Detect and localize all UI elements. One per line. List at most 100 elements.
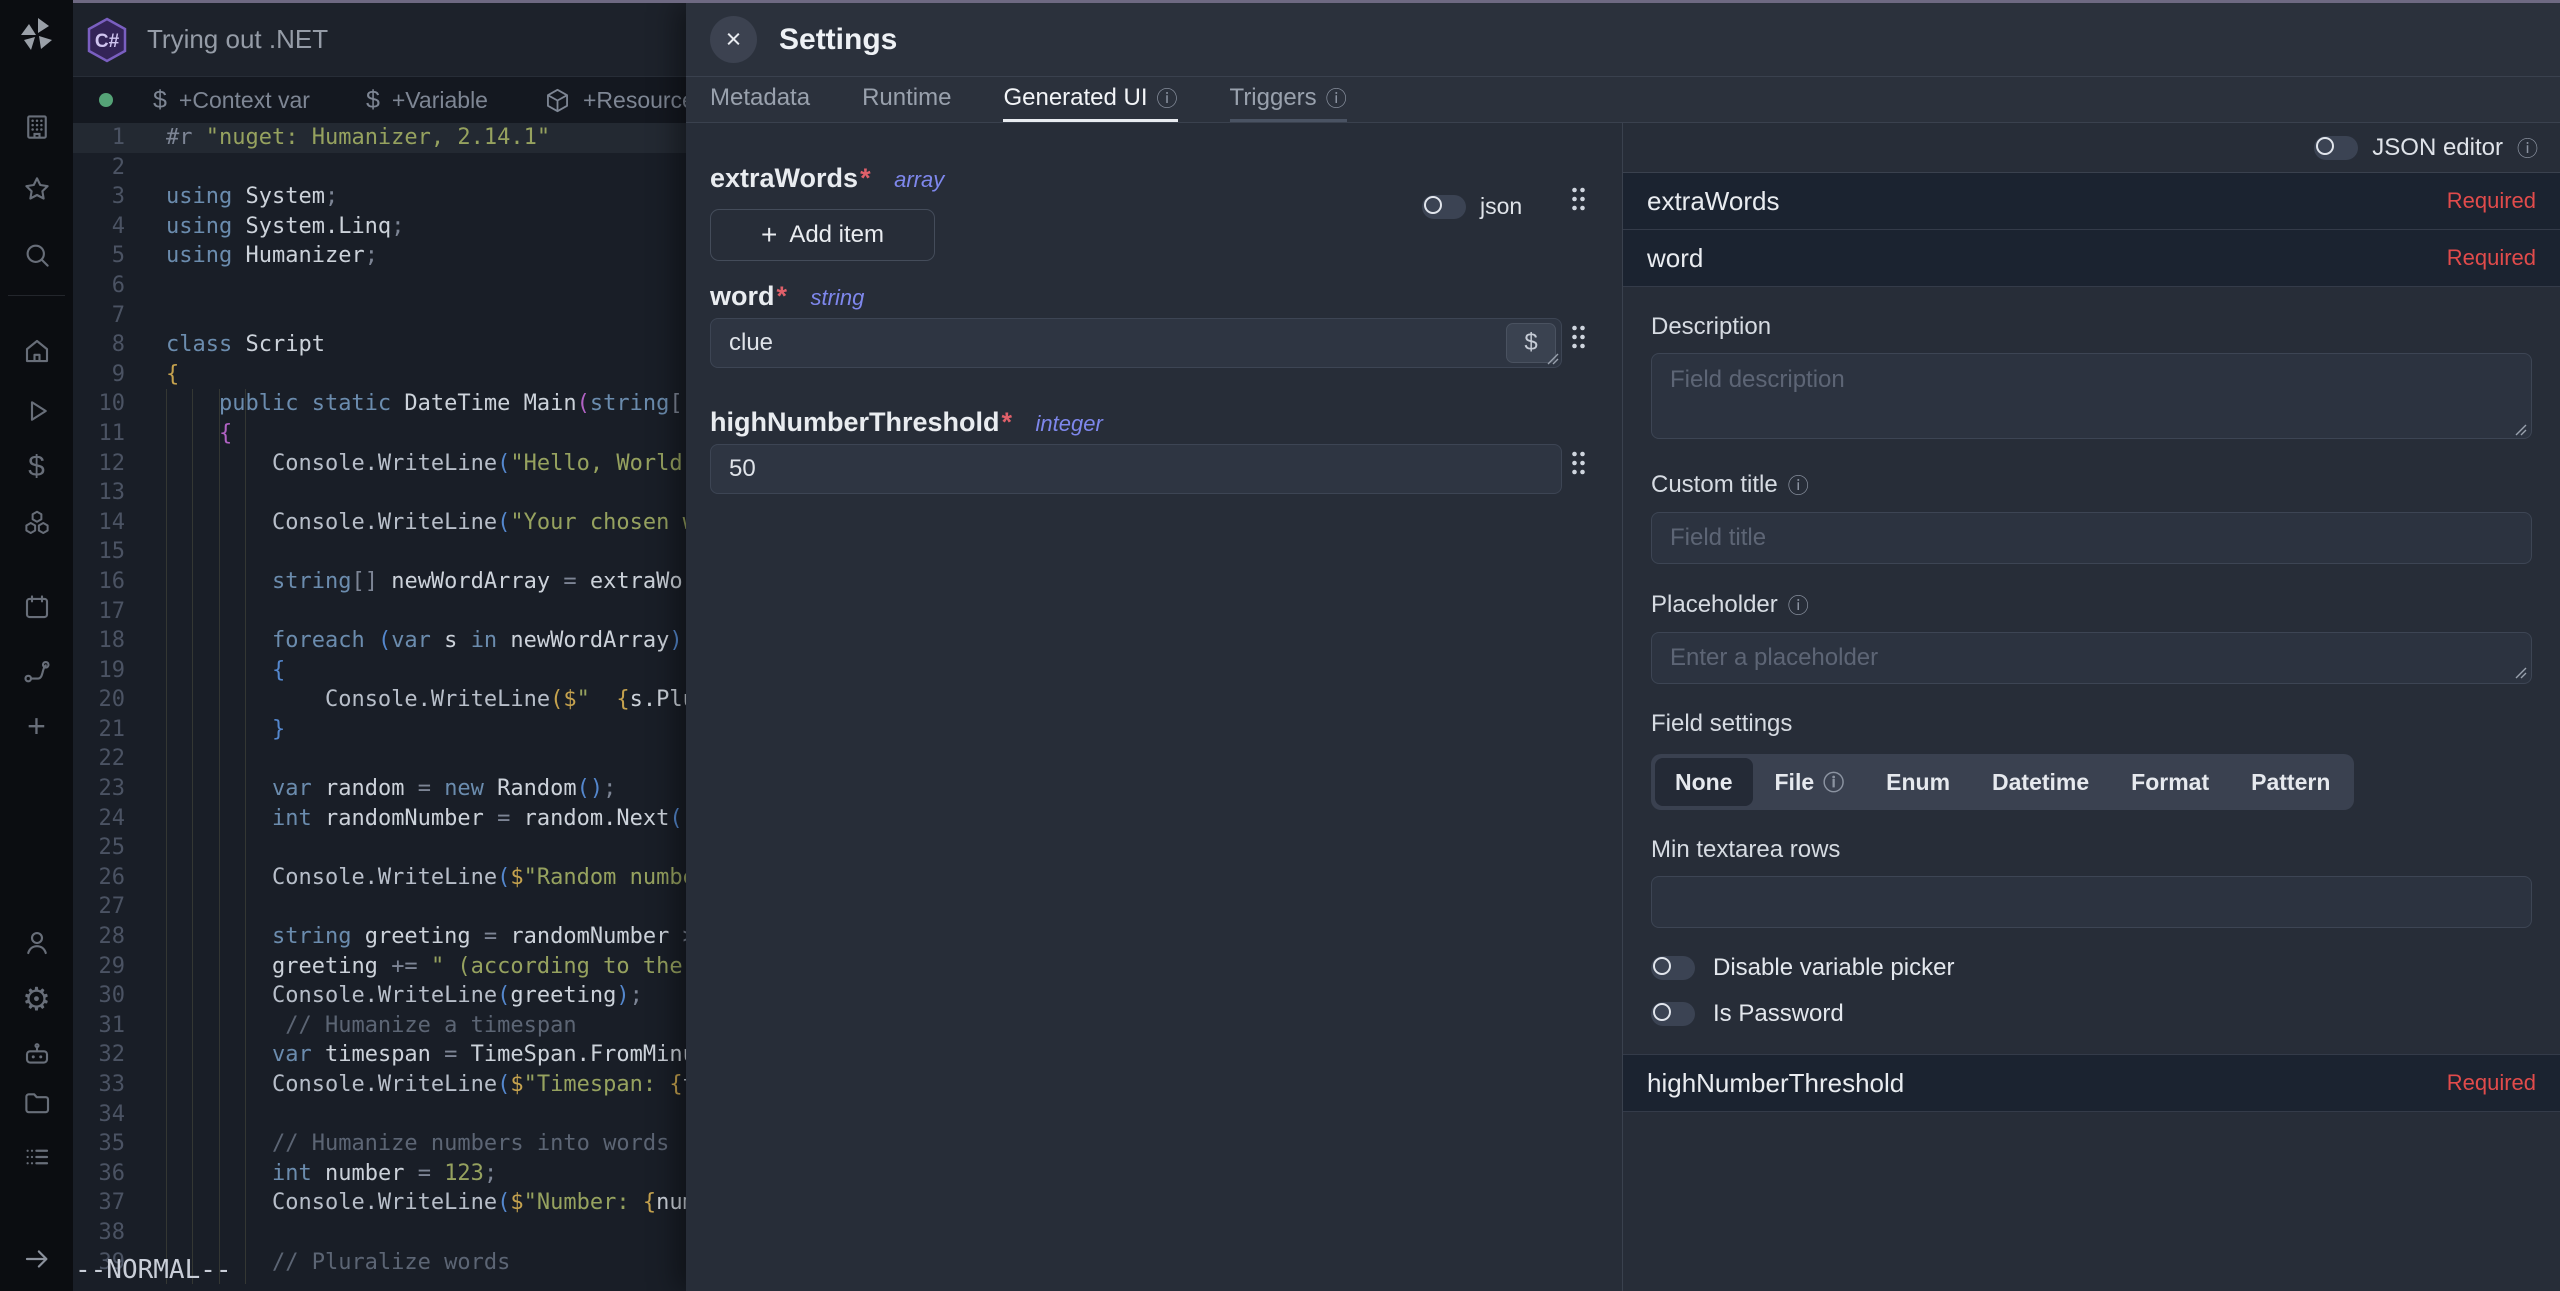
dollar-icon: $ [153, 86, 167, 115]
code-line[interactable]: 26 Console.WriteLine($"Random numbe [73, 863, 686, 893]
field-setting-datetime[interactable]: Datetime [1972, 758, 2109, 806]
code-line[interactable]: 4using System.Linq; [73, 212, 686, 242]
play-icon[interactable] [22, 396, 52, 426]
resize-handle-icon[interactable] [2515, 667, 2527, 679]
drag-handle-icon[interactable] [1570, 449, 1587, 477]
folder-icon[interactable] [22, 1088, 52, 1118]
resize-handle-icon[interactable] [2515, 424, 2527, 436]
calendar-icon[interactable] [22, 592, 52, 622]
list-icon[interactable] [22, 1142, 52, 1172]
code-line[interactable]: 29 greeting += " (according to the [73, 952, 686, 982]
arrow-right-icon[interactable] [22, 1244, 52, 1274]
resources-cubes-icon[interactable] [22, 508, 52, 538]
code-line[interactable]: 12 Console.WriteLine("Hello, World!" [73, 449, 686, 479]
code-line[interactable]: 37 Console.WriteLine($"Number: {num [73, 1188, 686, 1218]
code-line[interactable]: 30 Console.WriteLine(greeting); [73, 981, 686, 1011]
route-icon[interactable] [22, 656, 52, 686]
highNumberThreshold-input[interactable] [710, 444, 1562, 494]
field-setting-none[interactable]: None [1655, 758, 1753, 806]
field-setting-file[interactable]: Fileⓘ [1755, 758, 1865, 806]
field-setting-enum[interactable]: Enum [1866, 758, 1970, 806]
variables-dollar-icon[interactable]: $ [28, 450, 45, 484]
gear-icon[interactable]: ⚙ [22, 980, 51, 1018]
close-icon[interactable]: × [710, 16, 757, 63]
code-line[interactable]: 7 [73, 301, 686, 331]
word-input[interactable] [710, 318, 1562, 368]
code-line[interactable]: 36 int number = 123; [73, 1159, 686, 1189]
info-icon[interactable]: ⓘ [1788, 590, 1809, 620]
tab-generated-ui[interactable]: Generated UIⓘ [1003, 77, 1177, 122]
info-icon[interactable]: ⓘ [1326, 83, 1347, 113]
custom-title-input[interactable] [1651, 512, 2532, 564]
code-line[interactable]: 14 Console.WriteLine("Your chosen word" [73, 508, 686, 538]
field-setting-pattern[interactable]: Pattern [2231, 758, 2350, 806]
drag-handle-icon[interactable] [1570, 185, 1587, 213]
code-line[interactable]: 20 Console.WriteLine($" {s.Plu [73, 685, 686, 715]
json-toggle[interactable] [1422, 195, 1466, 219]
code-line[interactable]: 34 [73, 1100, 686, 1130]
code-line[interactable]: 27 [73, 892, 686, 922]
code-line[interactable]: 25 [73, 833, 686, 863]
placeholder-input[interactable] [1651, 632, 2532, 684]
windmill-logo-icon[interactable] [17, 14, 57, 54]
code-line[interactable]: 13 [73, 478, 686, 508]
code-line[interactable]: 32 var timespan = TimeSpan.FromMinu [73, 1040, 686, 1070]
code-line[interactable]: 2 [73, 153, 686, 183]
code-line[interactable]: 6 [73, 271, 686, 301]
user-icon[interactable] [22, 928, 52, 958]
section-row-highNumberThreshold[interactable]: highNumberThreshold Required [1623, 1054, 2560, 1112]
home-icon[interactable] [22, 336, 52, 366]
section-row-extraWords[interactable]: extraWords Required [1623, 173, 2560, 230]
code-line[interactable]: 9{ [73, 360, 686, 390]
code-line[interactable]: 33 Console.WriteLine($"Timespan: {t [73, 1070, 686, 1100]
tab-metadata[interactable]: Metadata [710, 77, 810, 122]
info-icon[interactable]: ⓘ [1788, 470, 1809, 500]
code-line[interactable]: 28 string greeting = randomNumber > [73, 922, 686, 952]
code-line[interactable]: 8class Script [73, 330, 686, 360]
add-item-button[interactable]: + Add item [710, 209, 935, 261]
code-line[interactable]: 38 [73, 1218, 686, 1248]
script-title[interactable]: Trying out .NET [147, 24, 328, 55]
code-area[interactable]: 1#r "nuget: Humanizer, 2.14.1"23using Sy… [73, 123, 686, 1291]
tab-triggers[interactable]: Triggersⓘ [1230, 77, 1347, 122]
tab-runtime[interactable]: Runtime [862, 77, 951, 122]
section-row-word[interactable]: word Required [1623, 230, 2560, 287]
plus-icon[interactable]: + [27, 708, 46, 745]
code-line[interactable]: 16 string[] newWordArray = extraWords [73, 567, 686, 597]
code-line[interactable]: 17 [73, 597, 686, 627]
field-setting-format[interactable]: Format [2111, 758, 2229, 806]
code-line[interactable]: 31 // Humanize a timespan [73, 1011, 686, 1041]
description-textarea[interactable] [1651, 353, 2532, 439]
code-line[interactable]: 3using System; [73, 182, 686, 212]
drag-handle-icon[interactable] [1570, 323, 1587, 351]
add-variable-button[interactable]: $ +Variable [366, 86, 488, 115]
code-line[interactable]: 5using Humanizer; [73, 241, 686, 271]
code-line[interactable]: 23 var random = new Random(); [73, 774, 686, 804]
info-icon[interactable]: ⓘ [2517, 133, 2538, 163]
resize-handle-icon[interactable] [1547, 353, 1559, 365]
add-context-var-button[interactable]: $ +Context var [153, 86, 310, 115]
disable-variable-picker-toggle[interactable] [1651, 956, 1695, 980]
is-password-toggle[interactable] [1651, 1002, 1695, 1026]
min-textarea-rows-input[interactable] [1651, 876, 2532, 928]
code-line[interactable]: 21 } [73, 715, 686, 745]
json-editor-toggle[interactable] [2314, 136, 2358, 160]
robot-icon[interactable] [22, 1040, 52, 1070]
star-icon[interactable] [22, 174, 52, 204]
code-text: using System.Linq; [166, 212, 404, 242]
add-resource-button[interactable]: +Resource [544, 87, 686, 114]
code-line[interactable]: 22 [73, 744, 686, 774]
code-line[interactable]: 19 { [73, 656, 686, 686]
code-line[interactable]: 1#r "nuget: Humanizer, 2.14.1" [73, 123, 686, 153]
code-line[interactable]: 35 // Humanize numbers into words [73, 1129, 686, 1159]
code-line[interactable]: 18 foreach (var s in newWordArray) [73, 626, 686, 656]
search-icon[interactable] [22, 240, 52, 270]
code-line[interactable]: 11 { [73, 419, 686, 449]
info-icon[interactable]: ⓘ [1823, 767, 1844, 797]
info-icon[interactable]: ⓘ [1157, 83, 1178, 113]
line-number: 22 [73, 744, 125, 774]
code-line[interactable]: 10 public static DateTime Main(string[] … [73, 389, 686, 419]
code-line[interactable]: 15 [73, 537, 686, 567]
code-line[interactable]: 24 int randomNumber = random.Next( [73, 804, 686, 834]
building-icon[interactable] [22, 112, 52, 142]
